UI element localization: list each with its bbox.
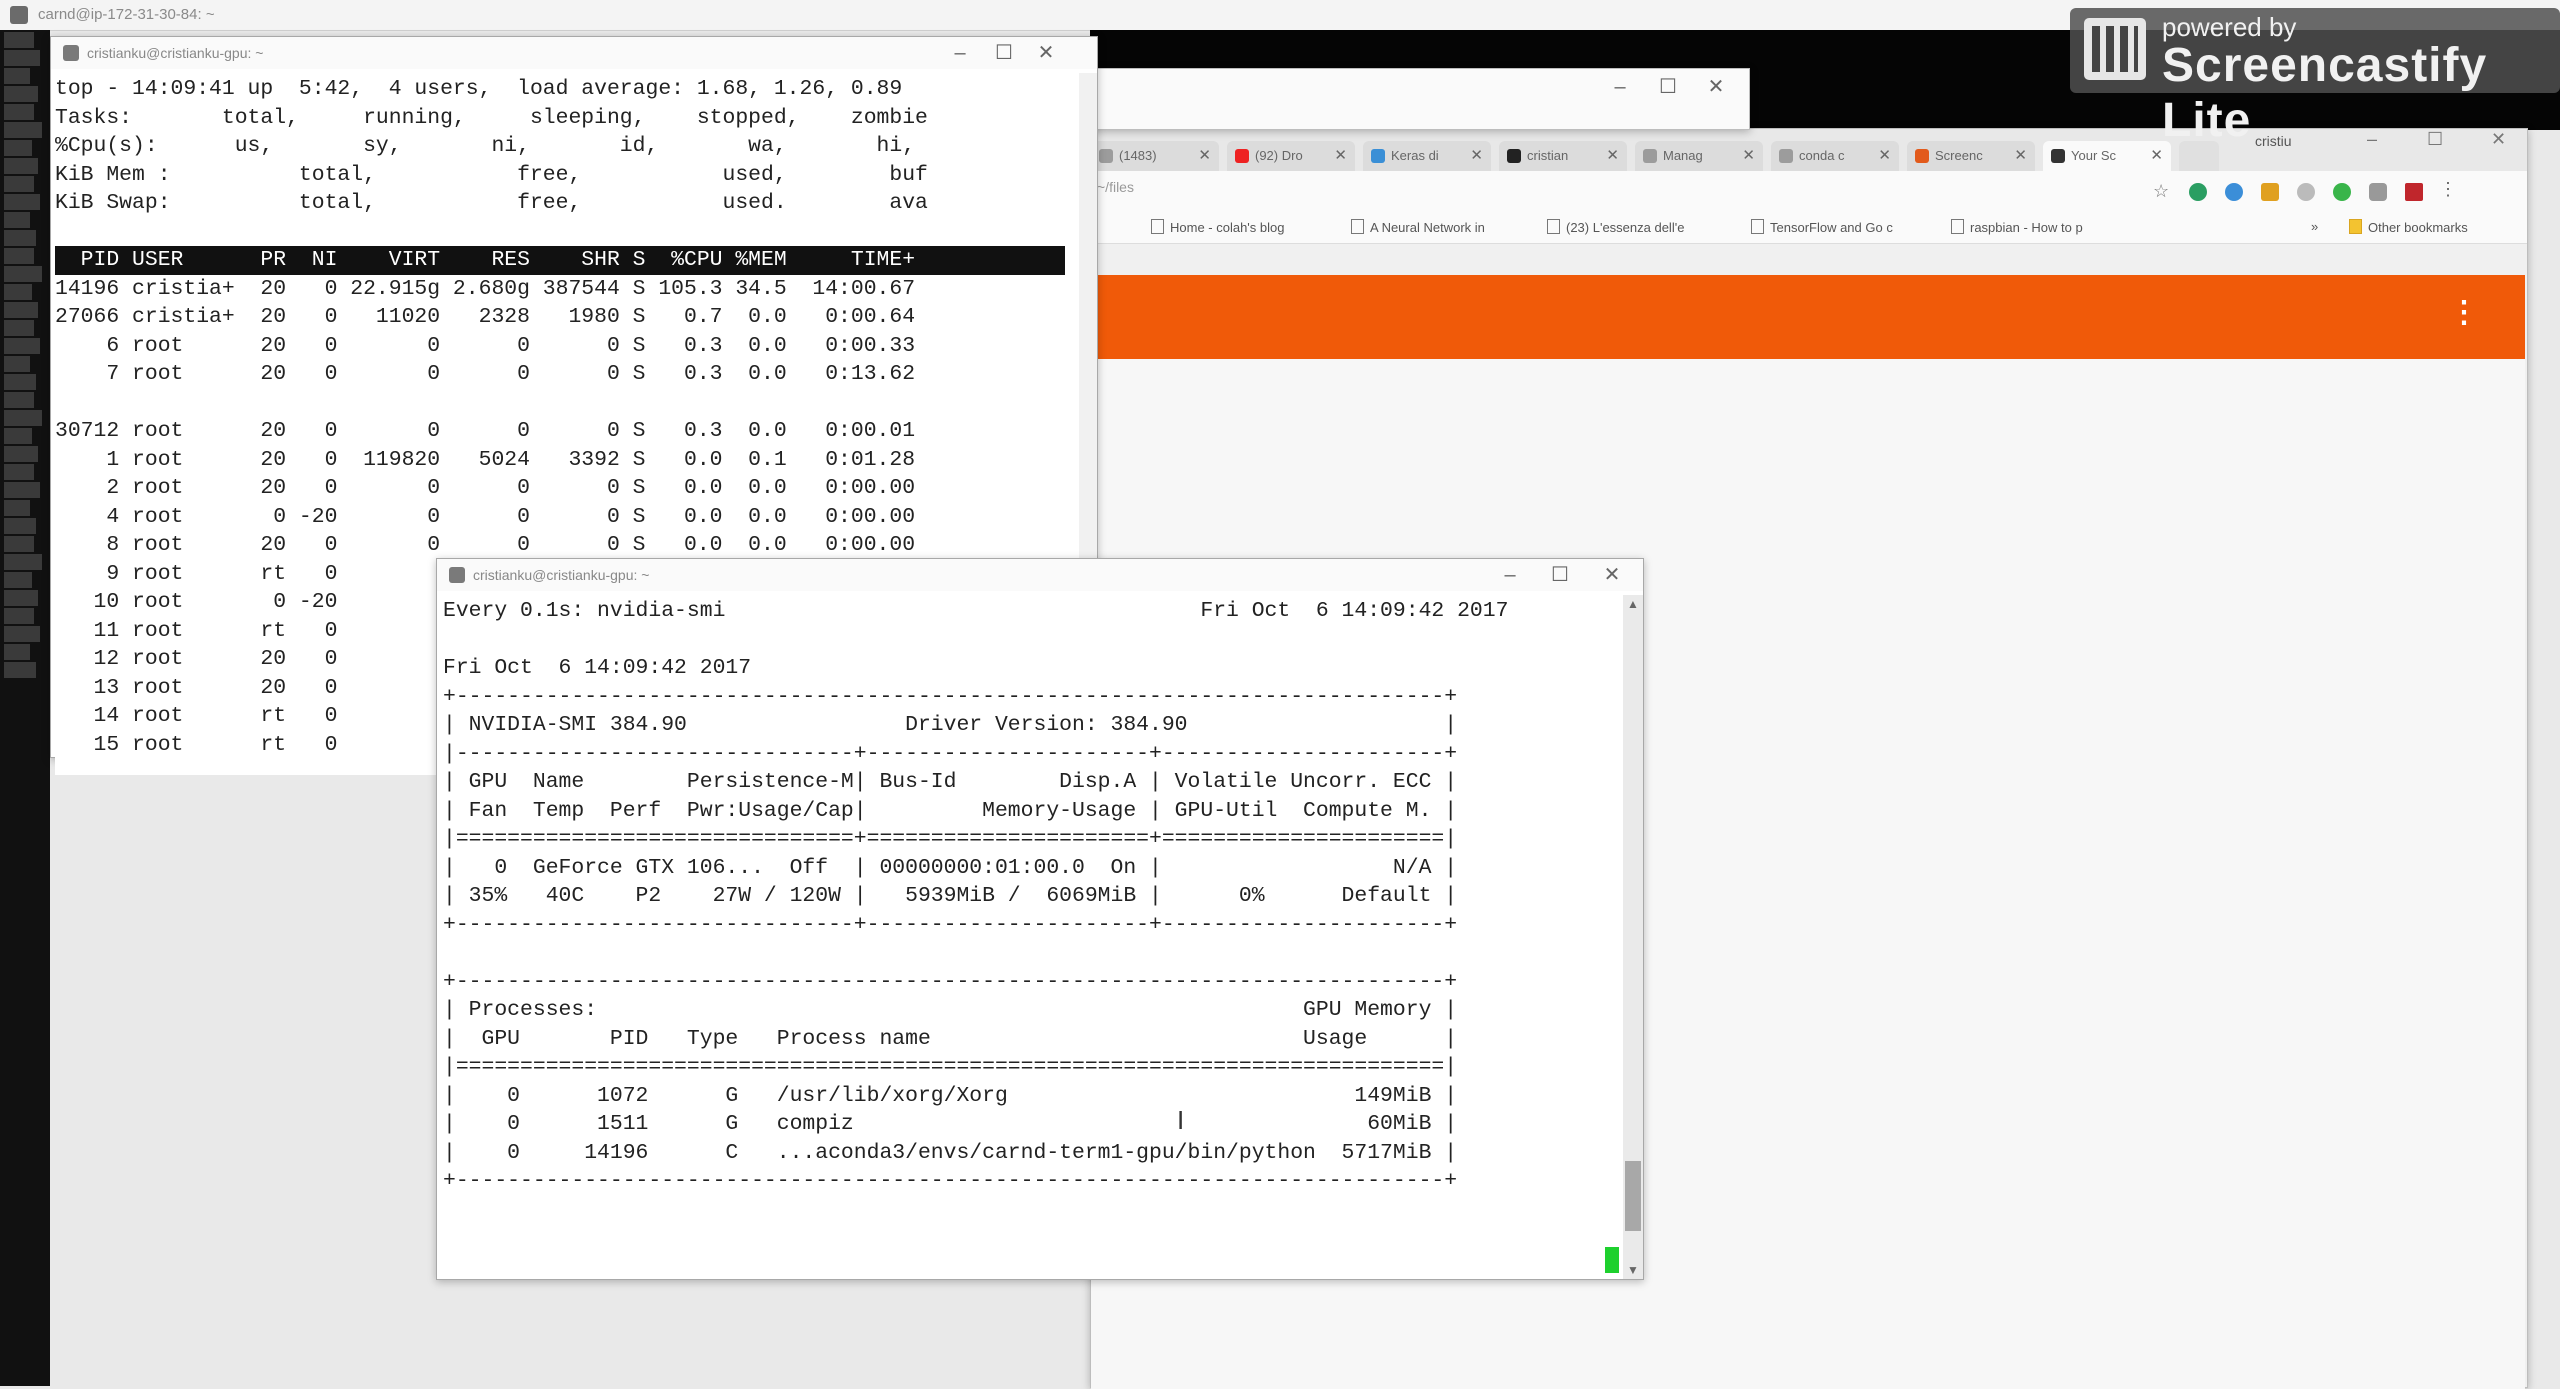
terminal-cursor [1605, 1247, 1619, 1273]
browser-tab[interactable]: Manag ✕ [1635, 141, 1763, 171]
close-button[interactable]: ✕ [1693, 75, 1739, 99]
bookmark-item[interactable]: raspbian - How to p [1951, 219, 2083, 235]
putty-icon [63, 45, 79, 61]
left-background-terminal [0, 30, 50, 1386]
browser-tab[interactable]: conda c ✕ [1771, 141, 1899, 171]
maximize-button[interactable]: ☐ [1537, 563, 1583, 587]
browser-tab-active[interactable]: Your Sc ✕ [2043, 141, 2171, 171]
browser-tab[interactable]: Keras di ✕ [1363, 141, 1491, 171]
extension-icon[interactable] [2261, 183, 2279, 201]
page-icon [1151, 219, 1164, 234]
page-icon [1751, 219, 1764, 234]
tab-close-icon[interactable]: ✕ [2014, 146, 2027, 164]
scroll-down-icon[interactable]: ▼ [1627, 1263, 1639, 1277]
scrollbar-thumb[interactable] [1625, 1161, 1641, 1231]
minimize-button[interactable]: – [1487, 563, 1533, 587]
tab-close-icon[interactable]: ✕ [1198, 146, 1211, 164]
maximize-button[interactable]: ☐ [981, 41, 1027, 65]
bookmark-item[interactable]: Home - colah's blog [1151, 219, 1284, 235]
watermark-line2: Screencastify Lite [2162, 39, 2488, 147]
page-menu-icon[interactable]: ⋮ [2449, 295, 2479, 330]
tab-favicon-icon [1235, 149, 1249, 163]
tab-close-icon[interactable]: ✕ [1742, 146, 1755, 164]
nvidia-smi-output[interactable]: Every 0.1s: nvidia-smi Fri Oct 6 14:09:4… [437, 597, 1623, 1277]
bookmark-star-icon[interactable]: ☆ [2153, 181, 2169, 202]
minimize-button[interactable]: – [937, 41, 983, 65]
scroll-up-icon[interactable]: ▲ [1627, 597, 1639, 611]
github-icon [1507, 149, 1521, 163]
extension-icon[interactable] [2189, 183, 2207, 201]
process-table-header: PID USER PR NI VIRT RES SHR S %CPU %MEM … [55, 246, 1065, 275]
tab-favicon-icon [1099, 149, 1113, 163]
nvidia-smi-terminal-window[interactable]: cristianku@cristianku-gpu: ~ – ☐ ✕ Every… [436, 558, 1644, 1280]
window-title: cristianku@cristianku-gpu: ~ [473, 567, 650, 583]
screencastify-watermark: powered by Screencastify Lite [2070, 8, 2560, 147]
tab-close-icon[interactable]: ✕ [1878, 146, 1891, 164]
window-title: cristianku@cristianku-gpu: ~ [87, 45, 264, 61]
terminal-text: Every 0.1s: nvidia-smi Fri Oct 6 14:09:4… [443, 599, 1509, 1193]
extension-icon[interactable] [2225, 183, 2243, 201]
url-text[interactable]: ~/files [1097, 179, 1134, 195]
page-icon [1351, 219, 1364, 234]
tab-favicon-icon [1915, 149, 1929, 163]
minimize-button[interactable]: – [1597, 75, 1643, 99]
tab-favicon-icon [2051, 149, 2065, 163]
close-button[interactable]: ✕ [1023, 41, 1069, 65]
extension-icon[interactable] [2297, 183, 2315, 201]
background-terminal-title: carnd@ip-172-31-30-84: ~ [38, 6, 215, 23]
maximize-button[interactable]: ☐ [1645, 75, 1691, 99]
tab-favicon-icon [1371, 149, 1385, 163]
tab-close-icon[interactable]: ✕ [1606, 146, 1619, 164]
address-bar[interactable]: ~/files ☆ ⋮ [1091, 171, 2527, 211]
bookmark-item[interactable]: A Neural Network in [1351, 219, 1485, 235]
folder-icon [2349, 219, 2362, 234]
putty-icon [449, 567, 465, 583]
bookmarks-bar: Home - colah's blog A Neural Network in … [1091, 211, 2527, 244]
tab-close-icon[interactable]: ✕ [1470, 146, 1483, 164]
bookmark-item[interactable]: TensorFlow and Go c [1751, 219, 1893, 235]
page-icon [1547, 219, 1560, 234]
bookmark-item[interactable]: (23) L'essenza dell'e [1547, 219, 1684, 235]
terminal-scrollbar[interactable]: ▲ ▼ [1623, 595, 1643, 1279]
browser-tab[interactable]: (92) Dro ✕ [1227, 141, 1355, 171]
page-header-banner: ⋮ [1091, 275, 2525, 359]
other-bookmarks[interactable]: Other bookmarks [2349, 219, 2468, 235]
tab-favicon-icon [1643, 149, 1657, 163]
tab-close-icon[interactable]: ✕ [1334, 146, 1347, 164]
browser-tab[interactable]: cristian ✕ [1499, 141, 1627, 171]
putty-icon [10, 6, 28, 24]
tab-close-icon[interactable]: ✕ [2150, 146, 2163, 164]
extension-icon[interactable] [2369, 183, 2387, 201]
browser-tab[interactable]: Screenc ✕ [1907, 141, 2035, 171]
text-cursor-icon: I [1177, 1105, 1185, 1135]
bookmarks-overflow-icon[interactable]: » [2311, 219, 2318, 234]
top-terminal-titlebar[interactable]: cristianku@cristianku-gpu: ~ – ☐ ✕ [51, 37, 1097, 69]
nvidia-smi-terminal-titlebar[interactable]: cristianku@cristianku-gpu: ~ – ☐ ✕ [437, 559, 1643, 591]
tab-favicon-icon [1779, 149, 1793, 163]
extension-icon[interactable] [2405, 183, 2423, 201]
page-icon [1951, 219, 1964, 234]
close-button[interactable]: ✕ [1589, 563, 1635, 587]
film-strip-icon [2084, 18, 2146, 80]
browser-menu-icon[interactable]: ⋮ [2439, 179, 2457, 199]
browser-tab[interactable]: (1483) ✕ [1091, 141, 1219, 171]
extension-icon[interactable] [2333, 183, 2351, 201]
